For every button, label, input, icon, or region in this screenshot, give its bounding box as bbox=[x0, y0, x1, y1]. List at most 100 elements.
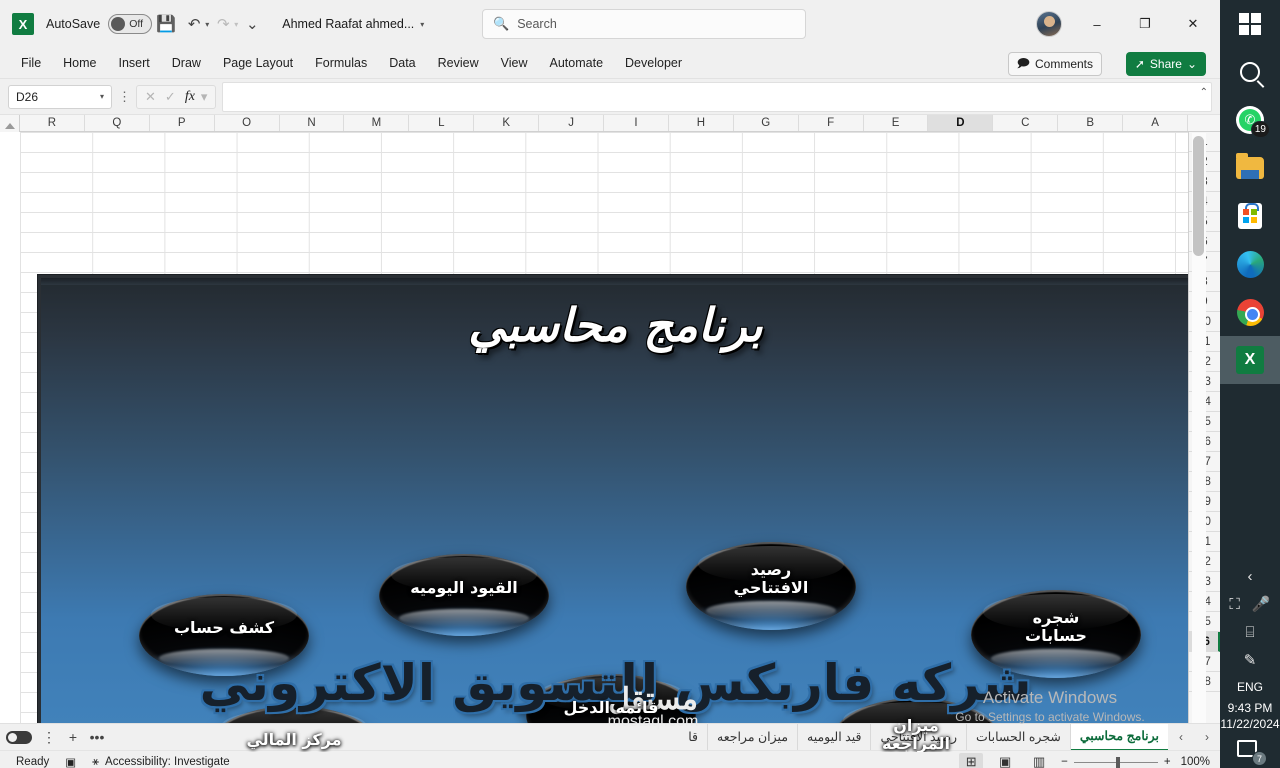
microphone-icon[interactable]: 🎤 bbox=[1252, 595, 1271, 613]
view-page-break-icon[interactable]: ▥ bbox=[1027, 753, 1051, 768]
column-header-G[interactable]: G bbox=[734, 115, 799, 131]
record-macro-icon[interactable]: ▣ bbox=[65, 755, 76, 768]
cancel-formula-icon[interactable]: ✕ bbox=[145, 89, 156, 105]
comments-button[interactable]: 🗩 Comments bbox=[1007, 52, 1102, 76]
pen-icon[interactable]: ✎ bbox=[1220, 646, 1280, 674]
zoom-slider-knob[interactable] bbox=[1115, 756, 1120, 768]
column-header-I[interactable]: I bbox=[604, 115, 669, 131]
column-header-F[interactable]: F bbox=[799, 115, 864, 131]
folder-icon bbox=[1236, 153, 1264, 179]
view-normal-icon[interactable]: ⊞ bbox=[959, 753, 984, 768]
sheet-tab-1[interactable]: شجره الحسابات bbox=[967, 724, 1071, 750]
formula-input[interactable] bbox=[222, 81, 1212, 112]
ribbon-tab-draw[interactable]: Draw bbox=[161, 52, 212, 74]
autosave-toggle[interactable]: Off bbox=[108, 14, 153, 34]
minimize-button[interactable]: – bbox=[1076, 10, 1118, 38]
view-page-layout-icon[interactable]: ▣ bbox=[993, 753, 1017, 768]
column-header-E[interactable]: E bbox=[864, 115, 929, 131]
avatar[interactable] bbox=[1036, 11, 1062, 37]
undo-icon[interactable]: ↶ bbox=[180, 10, 208, 38]
share-button[interactable]: ➚ Share ⌄ bbox=[1125, 52, 1206, 76]
column-header-P[interactable]: P bbox=[150, 115, 215, 131]
insert-function-icon[interactable]: fx bbox=[185, 89, 195, 105]
oval-daily-entries[interactable]: القيود اليوميه bbox=[379, 554, 549, 636]
column-header-O[interactable]: O bbox=[215, 115, 280, 131]
ribbon-tab-view[interactable]: View bbox=[490, 52, 539, 74]
screencast-icon[interactable]: ⌸ bbox=[1220, 618, 1280, 646]
zoom-level[interactable]: 100% bbox=[1181, 756, 1210, 768]
ribbon-tab-review[interactable]: Review bbox=[427, 52, 490, 74]
ribbon-tab-insert[interactable]: Insert bbox=[108, 52, 161, 74]
column-header-D[interactable]: D bbox=[928, 115, 994, 131]
zoom-in-button[interactable]: + bbox=[1164, 756, 1171, 768]
expand-formula-bar-icon[interactable]: ⌃ bbox=[1200, 87, 1208, 98]
ribbon-tab-data[interactable]: Data bbox=[378, 52, 426, 74]
column-header-L[interactable]: L bbox=[409, 115, 475, 131]
column-header-N[interactable]: N bbox=[280, 115, 345, 131]
column-header-H[interactable]: H bbox=[669, 115, 734, 131]
oval-opening-balance[interactable]: رصيد الافتتاحي bbox=[686, 542, 856, 630]
column-header-J[interactable]: J bbox=[539, 115, 605, 131]
google-chrome-icon[interactable] bbox=[1220, 288, 1280, 336]
sheet-tab-5[interactable]: قا bbox=[679, 724, 708, 750]
column-header-Q[interactable]: Q bbox=[85, 115, 150, 131]
column-header-B[interactable]: B bbox=[1058, 115, 1124, 131]
column-header-C[interactable]: C bbox=[993, 115, 1059, 131]
zoom-slider[interactable]: − + bbox=[1061, 756, 1170, 768]
start-button-icon[interactable] bbox=[1220, 0, 1280, 48]
select-all-button[interactable] bbox=[0, 115, 20, 132]
tray-expand-chevron-icon[interactable]: ‹ bbox=[1220, 562, 1280, 590]
formula-chevron-down-icon[interactable]: ▾ bbox=[201, 89, 208, 105]
zoom-slider-track[interactable] bbox=[1073, 756, 1158, 768]
camera-icon[interactable]: ⛶ bbox=[1229, 596, 1240, 613]
microsoft-edge-icon[interactable] bbox=[1220, 240, 1280, 288]
name-box-chevron-down-icon[interactable]: ▾ bbox=[100, 92, 104, 101]
ribbon-tab-automate[interactable]: Automate bbox=[539, 52, 615, 74]
picture-title: برنامج محاسبي bbox=[468, 298, 763, 352]
vertical-scrollbar[interactable] bbox=[1192, 133, 1206, 723]
ribbon-tab-formulas[interactable]: Formulas bbox=[304, 52, 378, 74]
ribbon-tab-file[interactable]: File bbox=[10, 52, 52, 74]
confirm-formula-icon[interactable]: ✓ bbox=[165, 89, 176, 105]
name-box[interactable]: D26 ▾ bbox=[8, 84, 112, 109]
language-indicator[interactable]: ENG bbox=[1237, 674, 1263, 700]
ribbon-tab-home[interactable]: Home bbox=[52, 52, 107, 74]
column-header-K[interactable]: K bbox=[474, 115, 540, 131]
column-header-R[interactable]: R bbox=[20, 115, 85, 131]
sheet-tab-4[interactable]: ميزان مراجعه bbox=[708, 724, 799, 750]
zoom-out-button[interactable]: − bbox=[1061, 756, 1068, 768]
excel-taskbar-icon[interactable]: X bbox=[1220, 336, 1280, 384]
record-macro-toggle[interactable] bbox=[6, 730, 32, 744]
clock[interactable]: 9:43 PM 11/22/2024 bbox=[1220, 700, 1279, 732]
sheet-nav-prev-icon[interactable]: ‹ bbox=[1168, 730, 1194, 744]
accessibility-status[interactable]: ⚹ Accessibility: Investigate bbox=[92, 756, 230, 768]
vertical-scrollbar-thumb[interactable] bbox=[1193, 136, 1204, 256]
microsoft-store-icon[interactable] bbox=[1220, 192, 1280, 240]
sheet-options-icon[interactable]: ⋮ bbox=[38, 729, 60, 746]
clock-time: 9:43 PM bbox=[1227, 701, 1273, 715]
file-explorer-icon[interactable] bbox=[1220, 144, 1280, 192]
accounting-program-picture[interactable]: برنامج محاسبي كشف حساب القيود اليوميه رص… bbox=[38, 275, 1193, 755]
column-header-M[interactable]: M bbox=[344, 115, 410, 131]
document-name-chevron-icon[interactable]: ▾ bbox=[420, 20, 424, 29]
redo-icon[interactable]: ↷ bbox=[209, 10, 237, 38]
customize-quick-access-icon[interactable]: ⌄ bbox=[238, 10, 266, 38]
restore-button[interactable]: ❐ bbox=[1124, 10, 1166, 38]
close-button[interactable]: ✕ bbox=[1172, 10, 1214, 38]
sheet-nav-next-icon[interactable]: › bbox=[1194, 730, 1220, 744]
sheet-tab-3[interactable]: قيد اليوميه bbox=[798, 724, 872, 750]
formula-bar-options-icon[interactable]: ⋮ bbox=[118, 89, 131, 105]
taskbar-search-icon[interactable] bbox=[1220, 48, 1280, 96]
search-input[interactable]: 🔍 Search bbox=[482, 9, 806, 39]
save-icon[interactable]: 💾 bbox=[152, 10, 180, 38]
add-sheet-button[interactable]: + bbox=[62, 729, 84, 745]
column-header-spacer bbox=[1188, 115, 1220, 131]
ribbon-tab-page-layout[interactable]: Page Layout bbox=[212, 52, 304, 74]
ribbon-tab-developer[interactable]: Developer bbox=[614, 52, 693, 74]
document-name[interactable]: Ahmed Raafat ahmed... bbox=[282, 17, 414, 31]
sheet-tab-0[interactable]: برنامج محاسبي bbox=[1070, 723, 1168, 751]
notification-center-icon[interactable]: 7 bbox=[1237, 740, 1267, 766]
whatsapp-icon[interactable]: ✆ 19 bbox=[1220, 96, 1280, 144]
column-header-A[interactable]: A bbox=[1123, 115, 1189, 131]
all-sheets-icon[interactable]: ••• bbox=[86, 729, 108, 745]
